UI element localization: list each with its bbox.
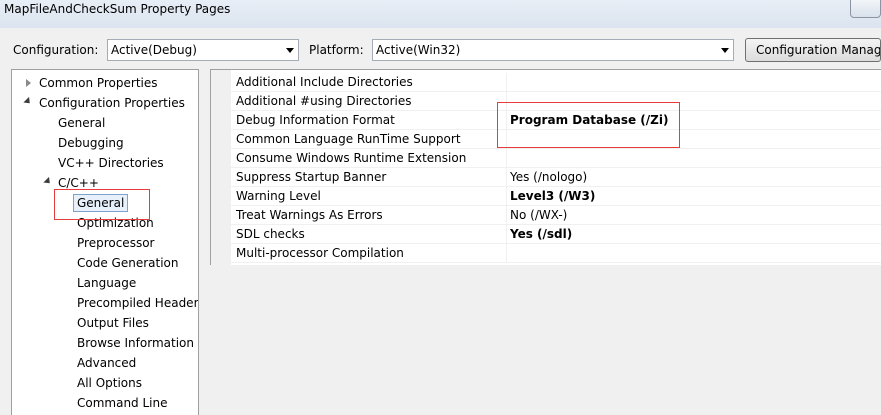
dropdown-arrow-icon [286,48,294,53]
tree-item-debugging[interactable]: Debugging [58,134,124,152]
tree-item-output-files[interactable]: Output Files [77,314,149,332]
property-row[interactable]: SDL checks Yes (/sdl) [231,225,881,244]
property-name: Treat Warnings As Errors [236,208,383,222]
help-button[interactable] [850,0,881,18]
property-name: Suppress Startup Banner [236,170,387,184]
window-title: MapFileAndCheckSum Property Pages [4,2,231,16]
column-divider [506,149,507,168]
tree-item-language[interactable]: Language [77,274,136,292]
column-divider [506,244,507,263]
platform-label: Platform: [309,43,364,57]
property-name: Debug Information Format [236,113,395,127]
grid-gutter [211,70,231,266]
dropdown-arrow-icon [721,48,729,53]
property-name: Warning Level [236,189,321,203]
collapse-arrow-icon[interactable] [43,176,53,187]
tree-item-vc-directories[interactable]: VC++ Directories [58,154,164,172]
property-name: Multi-processor Compilation [236,246,404,260]
column-divider [506,73,507,92]
property-row[interactable]: Treat Warnings As Errors No (/WX-) [231,206,881,225]
property-value[interactable]: No (/WX-) [510,208,567,222]
tree-item-preprocessor[interactable]: Preprocessor [77,234,154,252]
property-name: Additional #using Directories [236,94,412,108]
expand-arrow-icon[interactable] [26,79,31,87]
column-divider [506,187,507,206]
property-name: SDL checks [236,227,305,241]
collapse-arrow-icon[interactable] [23,96,33,107]
tree-item-browse-information[interactable]: Browse Information [77,334,194,352]
tree-item-common-properties[interactable]: Common Properties [39,74,158,92]
column-divider [506,206,507,225]
platform-dropdown[interactable]: Active(Win32) [372,39,734,61]
title-bar: MapFileAndCheckSum Property Pages [0,0,881,28]
property-row[interactable]: Warning Level Level3 (/W3) [231,187,881,206]
tree-item-precompiled-header[interactable]: Precompiled Header [77,294,198,312]
tree-item-all-options[interactable]: All Options [77,374,142,392]
property-tree[interactable]: Common Properties Configuration Properti… [11,69,199,415]
tree-item-command-line[interactable]: Command Line [77,394,168,412]
property-name: Consume Windows Runtime Extension [236,151,467,165]
tree-item-code-generation[interactable]: Code Generation [77,254,178,272]
property-grid[interactable]: Additional Include Directories Additiona… [210,69,881,266]
platform-value: Active(Win32) [376,43,461,57]
tree-item-configuration-properties[interactable]: Configuration Properties [39,94,185,112]
tree-item-general[interactable]: General [58,114,105,132]
property-row[interactable]: Consume Windows Runtime Extension [231,149,881,168]
annotation-box-general [54,189,150,220]
configuration-manager-label: Configuration Manager... [756,43,881,57]
property-value[interactable]: Yes (/nologo) [510,170,587,184]
property-name: Common Language RunTime Support [236,132,461,146]
configuration-value: Active(Debug) [111,43,197,57]
property-value[interactable]: Yes (/sdl) [510,227,572,241]
configuration-dropdown[interactable]: Active(Debug) [107,39,299,61]
column-divider [506,225,507,244]
annotation-box-debug-format [497,102,680,148]
column-divider [506,168,507,187]
configuration-label: Configuration: [13,43,99,57]
configuration-manager-button[interactable]: Configuration Manager... [745,38,881,62]
property-row[interactable]: Additional Include Directories [231,73,881,92]
property-value[interactable]: Level3 (/W3) [510,189,595,203]
property-row[interactable]: Multi-processor Compilation [231,244,881,263]
tree-item-advanced[interactable]: Advanced [77,354,136,372]
property-name: Additional Include Directories [236,75,413,89]
property-row[interactable]: Suppress Startup Banner Yes (/nologo) [231,168,881,187]
